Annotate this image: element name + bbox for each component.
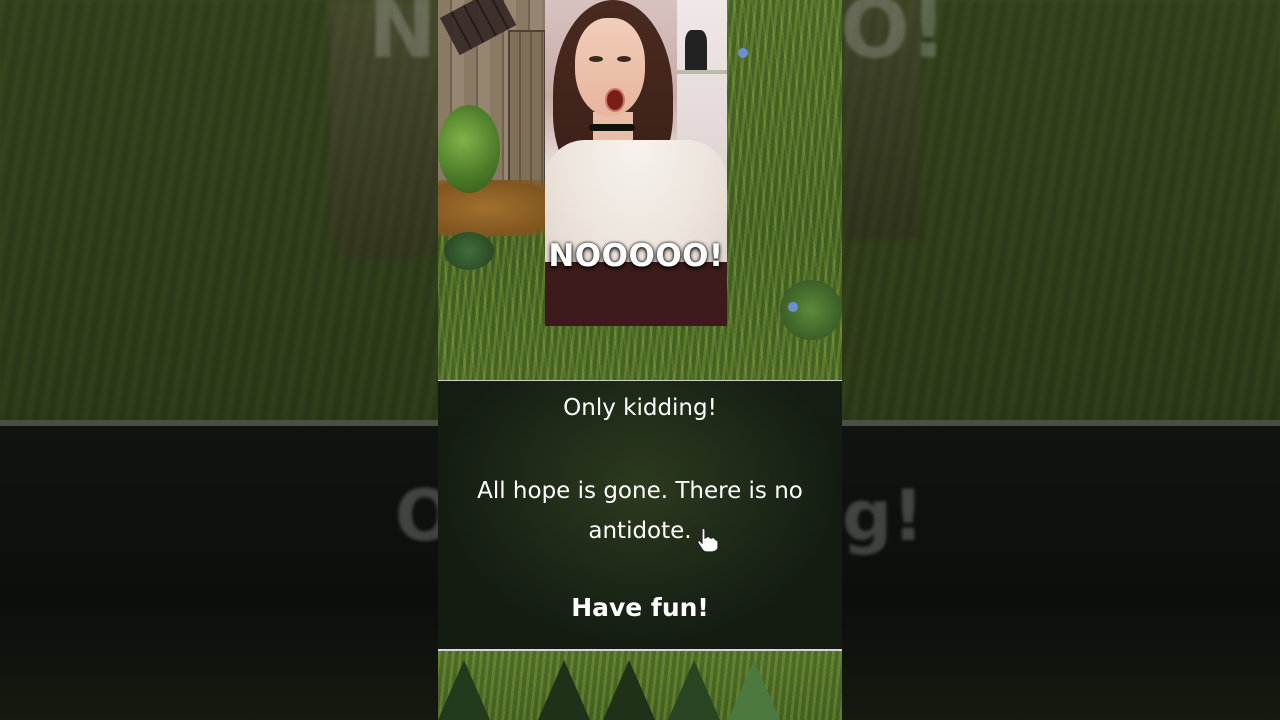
flower-icon	[738, 48, 748, 58]
bush	[438, 105, 500, 193]
bush	[444, 232, 494, 270]
webcam-choker	[589, 124, 635, 131]
webcam-eye	[589, 56, 603, 62]
tree	[728, 660, 780, 720]
dialog-line-2: All hope is gone. There is no antidote.	[477, 478, 803, 544]
flower-icon	[788, 302, 798, 312]
dialog-box[interactable]: Only kidding! All hope is gone. There is…	[438, 381, 842, 649]
game-scene-bottom	[438, 651, 842, 720]
tree	[538, 660, 590, 720]
blurred-ghost-text: N	[368, 0, 437, 77]
game-scene: NOOOOO!	[438, 0, 842, 380]
outhouse-door	[508, 30, 546, 204]
webcam-caption: NOOOOO!	[548, 238, 724, 274]
game-panel: NOOOOO! Only kidding! All hope is gone. …	[438, 0, 842, 720]
hand-pointer-icon	[697, 527, 719, 553]
blurred-ghost-text: g!	[842, 475, 925, 557]
webcam-overlay: NOOOOO!	[545, 0, 727, 326]
blurred-ghost-text: O!	[840, 0, 948, 77]
tree	[438, 660, 490, 720]
dialog-line-3: Have fun!	[571, 593, 709, 622]
tree	[668, 660, 720, 720]
webcam-mouth	[605, 88, 625, 112]
tree	[603, 660, 655, 720]
webcam-eye	[617, 56, 631, 62]
dialog-line-1: Only kidding!	[563, 395, 717, 421]
